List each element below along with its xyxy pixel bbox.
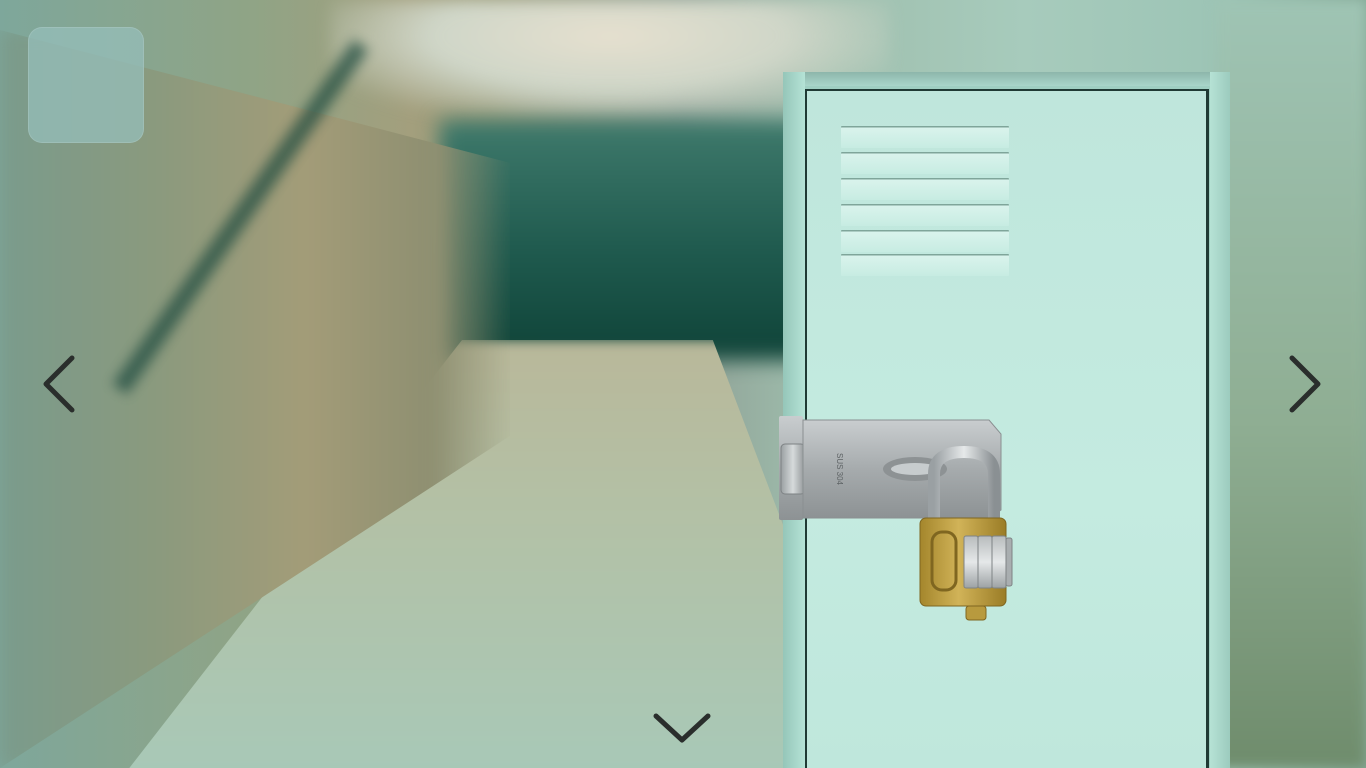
padlock-dials[interactable] <box>963 535 1013 589</box>
padlock-shackle <box>928 446 1000 526</box>
padlock-dial[interactable] <box>991 535 1007 589</box>
padlock-dial[interactable] <box>977 535 993 589</box>
padlock-bottom-button <box>965 605 987 621</box>
vent-slot <box>841 204 1009 226</box>
padlock-dial-cap <box>1005 537 1013 587</box>
locker-top-lip <box>783 72 1230 86</box>
vent-slot <box>841 152 1009 174</box>
chevron-right-icon <box>1289 355 1321 413</box>
vent-slot <box>841 230 1009 252</box>
hasp-label: SUS 304 <box>835 453 844 486</box>
inventory-slot[interactable] <box>28 27 144 143</box>
chevron-left-icon <box>43 355 75 413</box>
locker-frame-right <box>1210 72 1230 768</box>
chevron-down-icon <box>653 713 711 743</box>
padlock-dial[interactable] <box>963 535 979 589</box>
vent-slot <box>841 126 1009 148</box>
combination-padlock[interactable] <box>880 446 1020 626</box>
nav-right-button[interactable] <box>1280 352 1330 416</box>
hasp-hinge <box>780 443 806 495</box>
nav-left-button[interactable] <box>34 352 84 416</box>
locker-vents <box>841 126 1009 276</box>
nav-down-button[interactable] <box>650 708 714 752</box>
vent-slot <box>841 178 1009 200</box>
vent-slot <box>841 254 1009 276</box>
